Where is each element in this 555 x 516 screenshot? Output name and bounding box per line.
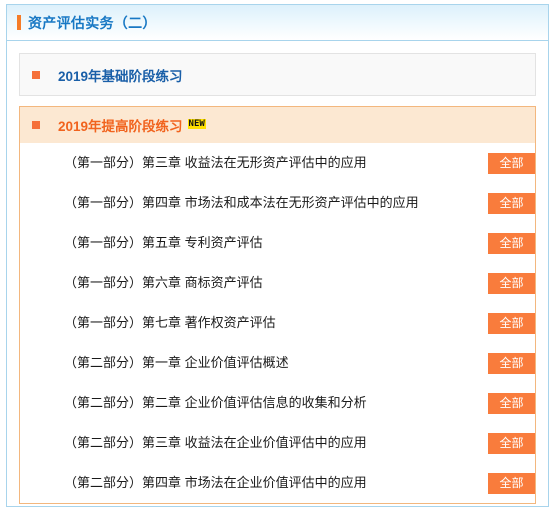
view-all-button[interactable]: 全部	[488, 193, 535, 214]
square-bullet-icon	[32, 70, 40, 79]
card-header: 资产评估实务（二）	[7, 5, 548, 41]
list-item[interactable]: （第一部分）第四章 市场法和成本法在无形资产评估中的应用 全部	[20, 183, 535, 223]
chapter-list: （第一部分）第三章 收益法在无形资产评估中的应用 全部 （第一部分）第四章 市场…	[20, 143, 535, 503]
view-all-button[interactable]: 全部	[488, 473, 535, 494]
section-label-advanced-stage-2019: 2019年提高阶段练习	[58, 119, 183, 134]
chapter-title[interactable]: （第二部分）第四章 市场法在企业价值评估中的应用	[64, 474, 535, 492]
view-all-button[interactable]: 全部	[488, 353, 535, 374]
list-item[interactable]: （第二部分）第一章 企业价值评估概述 全部	[20, 343, 535, 383]
view-all-button[interactable]: 全部	[488, 153, 535, 174]
list-item[interactable]: （第一部分）第五章 专利资产评估 全部	[20, 223, 535, 263]
chapter-title[interactable]: （第二部分）第一章 企业价值评估概述	[64, 354, 535, 372]
section-header-basic-stage-2019[interactable]: 2019年基础阶段练习	[20, 54, 535, 95]
square-bullet-icon	[32, 121, 40, 129]
section-basic-stage-2019[interactable]: 2019年基础阶段练习	[19, 53, 536, 96]
chapter-title[interactable]: （第二部分）第三章 收益法在企业价值评估中的应用	[64, 434, 535, 452]
list-item[interactable]: （第一部分）第七章 著作权资产评估 全部	[20, 303, 535, 343]
chapter-title[interactable]: （第一部分）第七章 著作权资产评估	[64, 314, 535, 332]
new-badge: NEW	[187, 119, 206, 129]
chapter-title[interactable]: （第一部分）第四章 市场法和成本法在无形资产评估中的应用	[64, 194, 535, 212]
list-item[interactable]: （第二部分）第二章 企业价值评估信息的收集和分析 全部	[20, 383, 535, 423]
page-title: 资产评估实务（二）	[28, 14, 157, 31]
course-card: 资产评估实务（二） 2019年基础阶段练习 2019年提高阶段练习 NEW （第…	[6, 4, 549, 507]
list-item[interactable]: （第二部分）第四章 市场法在企业价值评估中的应用 全部	[20, 463, 535, 503]
view-all-button[interactable]: 全部	[488, 433, 535, 454]
view-all-button[interactable]: 全部	[488, 233, 535, 254]
chapter-title[interactable]: （第一部分）第六章 商标资产评估	[64, 274, 535, 292]
list-item[interactable]: （第二部分）第三章 收益法在企业价值评估中的应用 全部	[20, 423, 535, 463]
section-advanced-stage-2019[interactable]: 2019年提高阶段练习 NEW （第一部分）第三章 收益法在无形资产评估中的应用…	[19, 106, 536, 504]
view-all-button[interactable]: 全部	[488, 313, 535, 334]
section-header-advanced-stage-2019[interactable]: 2019年提高阶段练习 NEW	[20, 107, 535, 143]
view-all-button[interactable]: 全部	[488, 273, 535, 294]
chapter-title[interactable]: （第一部分）第三章 收益法在无形资产评估中的应用	[64, 154, 535, 172]
card-body: 2019年基础阶段练习 2019年提高阶段练习 NEW （第一部分）第三章 收益…	[7, 41, 548, 516]
chapter-title[interactable]: （第二部分）第二章 企业价值评估信息的收集和分析	[64, 394, 535, 412]
chapter-title[interactable]: （第一部分）第五章 专利资产评估	[64, 234, 535, 252]
section-label-basic-stage-2019: 2019年基础阶段练习	[58, 68, 183, 84]
list-item[interactable]: （第一部分）第三章 收益法在无形资产评估中的应用 全部	[20, 143, 535, 183]
list-item[interactable]: （第一部分）第六章 商标资产评估 全部	[20, 263, 535, 303]
title-accent-bar	[17, 15, 21, 30]
view-all-button[interactable]: 全部	[488, 393, 535, 414]
